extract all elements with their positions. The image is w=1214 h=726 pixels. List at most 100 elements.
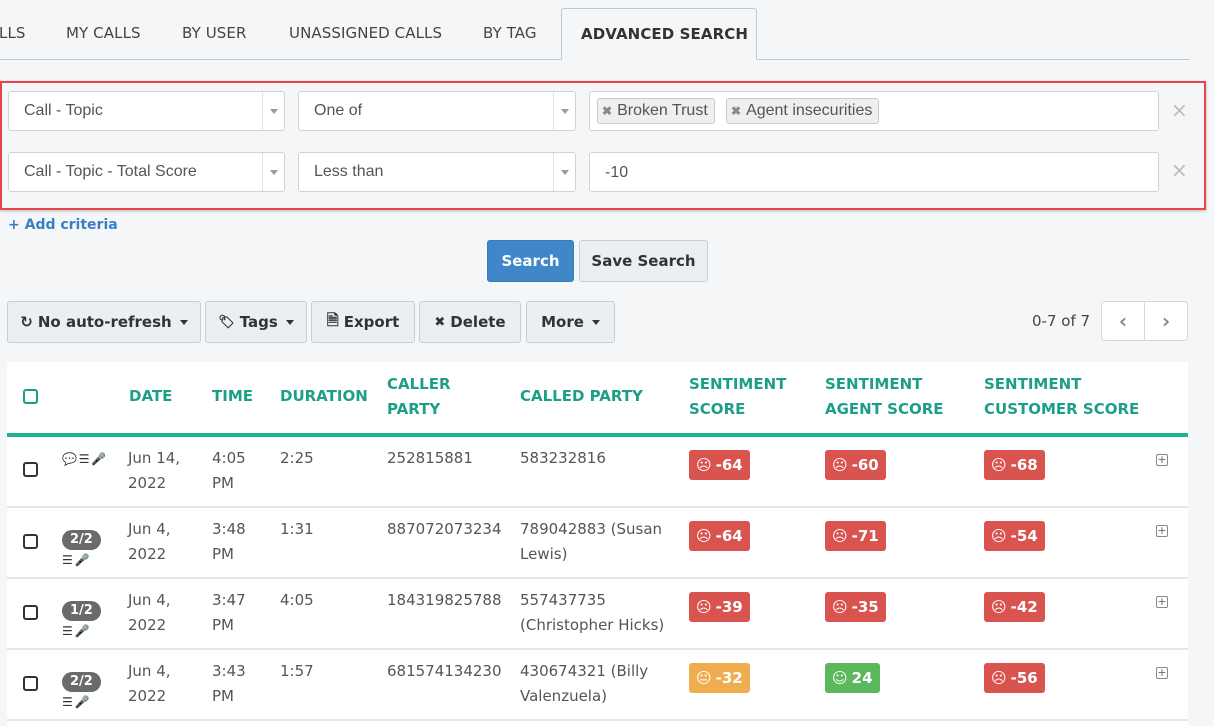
auto-refresh-dropdown[interactable]: ↻ No auto-refresh [7,301,201,343]
column-sentiment-score[interactable]: SENTIMENT SCORE [689,372,786,422]
called-party: 557437735 (Christopher Hicks) [520,591,665,634]
chevron-down-icon [553,92,575,130]
table-header: DATE TIME DURATION CALLER PARTY CALLED PA… [7,362,1188,437]
excel-file-icon: 🗎 [326,310,339,329]
tags-dropdown[interactable]: 🏷 Tags [205,301,307,343]
call-date: Jun 4, 2022 [128,591,171,634]
agent-score-badge: ☹ -71 [825,521,886,551]
more-label: More [541,313,584,331]
call-time: 3:47 PM [212,591,246,634]
caret-down-icon [591,319,600,325]
row-checkbox[interactable] [23,605,38,620]
sentiment-score-badge: ☹ -64 [689,450,750,480]
table-row[interactable]: 2/2 ☰ 🎤 Jun 4, 2022 3:43 PM 1:57 6815741342… [7,650,1188,721]
chip-remove-icon[interactable]: ✖ [602,104,612,118]
criteria-2-operator-value: Less than [314,163,384,180]
call-time: 4:05 PM [212,449,246,492]
delete-label: Delete [450,313,506,331]
calls-table: DATE TIME DURATION CALLER PARTY CALLED PA… [7,362,1188,726]
row-checkbox[interactable] [23,676,38,691]
column-caller-party[interactable]: CALLER PARTY [387,372,451,422]
call-duration: 2:25 [280,449,314,467]
called-party: 789042883 (Susan Lewis) [520,520,663,563]
criteria-1-field-select[interactable]: Call - Topic [8,91,285,131]
column-sentiment-agent-score[interactable]: SENTIMENT AGENT SCORE [825,372,944,422]
criteria-1-operator-select[interactable]: One of [298,91,576,131]
agent-score-badge: ☹ -35 [825,592,886,622]
pagination-info: 0-7 of 7 [1032,312,1091,330]
table-row[interactable]: 💬 ☰ 🎤 Jun 14, 2022 4:05 PM 2:25 252815881 … [7,437,1188,508]
expand-row-icon[interactable]: + [1156,667,1168,679]
called-party: 430674321 (Billy Valenzuela) [520,662,649,705]
refresh-icon: ↻ [20,313,33,331]
expand-row-icon[interactable]: + [1156,454,1168,466]
tag-chip: ✖ Broken Trust [597,98,715,124]
face-icon: ☹ [991,598,1007,616]
criteria-2-value-input[interactable]: -10 [589,152,1159,192]
criteria-1-field-value: Call - Topic [24,102,103,119]
face-icon: 😐 [696,669,712,687]
call-indicators: 2/2 ☰ 🎤 [62,529,101,570]
agent-score-badge: ☺ 24 [825,663,880,693]
remove-criteria-2-icon[interactable]: × [1171,158,1188,182]
criteria-1-operator-value: One of [314,102,363,119]
next-page-button[interactable]: › [1145,302,1187,340]
export-label: Export [343,313,400,331]
face-icon: ☹ [696,456,712,474]
caret-down-icon [179,319,188,325]
tab-advanced-search[interactable]: ADVANCED SEARCH [561,8,757,60]
delete-button[interactable]: ✖ Delete [419,301,521,343]
call-time: 3:48 PM [212,520,246,563]
expand-row-icon[interactable]: + [1156,596,1168,608]
tab-bar: LLS MY CALLS BY USER UNASSIGNED CALLS BY… [0,0,1190,60]
more-dropdown[interactable]: More [526,301,615,343]
call-duration: 1:31 [280,520,314,538]
chip-remove-icon[interactable]: ✖ [731,104,741,118]
tab-my-calls[interactable]: MY CALLS [66,8,141,60]
select-all-checkbox[interactable] [23,389,38,404]
tab-unassigned-calls[interactable]: UNASSIGNED CALLS [289,8,442,60]
close-icon: ✖ [434,314,446,330]
criteria-2-operator-select[interactable]: Less than [298,152,576,192]
column-duration[interactable]: DURATION [280,384,368,409]
remove-criteria-1-icon[interactable]: × [1171,98,1188,122]
tab-all-calls[interactable]: LLS [0,8,26,60]
table-row[interactable]: 2/2 ☰ 🎤 Jun 4, 2022 3:48 PM 1:31 8870720732… [7,508,1188,579]
criteria-2-field-select[interactable]: Call - Topic - Total Score [8,152,285,192]
call-duration: 4:05 [280,591,314,609]
tags-label: Tags [239,313,278,331]
call-date: Jun 4, 2022 [128,662,171,705]
row-checkbox[interactable] [23,534,38,549]
tag-icon: 🏷 [218,314,235,330]
call-indicators: 1/2 ☰ 🎤 [62,600,101,641]
customer-score-badge: ☹ -68 [984,450,1045,480]
customer-score-badge: ☹ -42 [984,592,1045,622]
column-date[interactable]: DATE [129,384,172,409]
export-button[interactable]: 🗎 Export [311,301,415,343]
table-row[interactable]: 1/2 ☰ 🎤 Jun 4, 2022 3:47 PM 4:05 1843198257… [7,579,1188,650]
tab-by-tag[interactable]: BY TAG [483,8,537,60]
search-button[interactable]: Search [487,240,574,282]
agent-score-badge: ☹ -60 [825,450,886,480]
column-time[interactable]: TIME [212,384,253,409]
indicator-icons: ☰ 🎤 [62,624,89,638]
call-date: Jun 4, 2022 [128,520,171,563]
chip-label: Agent insecurities [746,102,873,119]
face-icon: ☹ [832,527,848,545]
face-icon: ☹ [991,456,1007,474]
chevron-down-icon [262,153,284,191]
row-checkbox[interactable] [23,462,38,477]
save-search-button[interactable]: Save Search [579,240,708,282]
face-icon: ☹ [991,669,1007,687]
tab-by-user[interactable]: BY USER [182,8,247,60]
caller-party: 887072073234 [387,520,502,538]
column-called-party[interactable]: CALLED PARTY [520,384,643,409]
sentiment-score-badge: 😐 -32 [689,663,750,693]
add-criteria-link[interactable]: + Add criteria [8,217,118,233]
prev-page-button[interactable]: ‹ [1102,302,1145,340]
criteria-1-value-tags[interactable]: ✖ Broken Trust ✖ Agent insecurities [589,91,1159,131]
expand-row-icon[interactable]: + [1156,525,1168,537]
segment-count-badge: 2/2 [62,672,101,692]
column-sentiment-customer-score[interactable]: SENTIMENT CUSTOMER SCORE [984,372,1139,422]
sentiment-score-badge: ☹ -64 [689,521,750,551]
